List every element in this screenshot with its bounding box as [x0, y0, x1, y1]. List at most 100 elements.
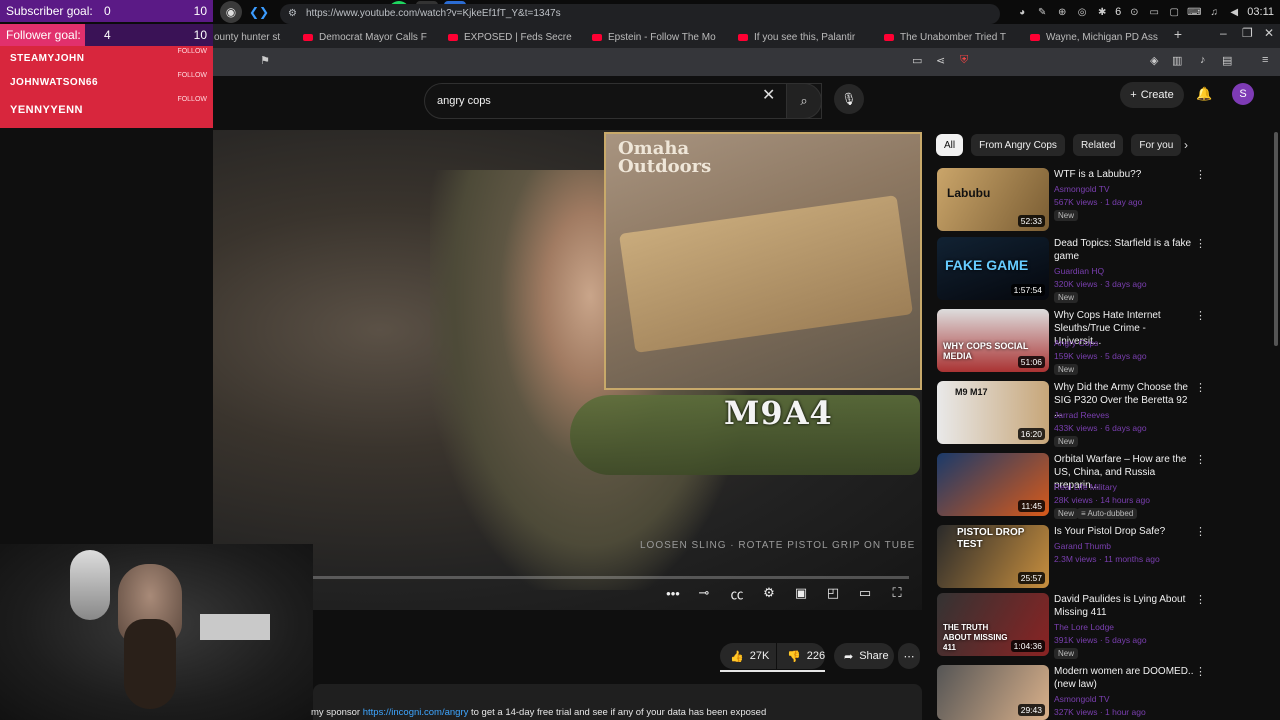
- recommendation-item[interactable]: WHY COPS SOCIAL MEDIA 51:06 Why Cops Hat…: [937, 309, 1267, 375]
- share-button[interactable]: ➦ Share: [834, 643, 894, 669]
- obs-icon[interactable]: ◉: [220, 1, 242, 23]
- cast-icon[interactable]: ▭: [912, 54, 922, 67]
- chip-from-channel[interactable]: From Angry Cops: [971, 134, 1065, 156]
- captions-icon[interactable]: ㏄: [728, 584, 746, 602]
- theater-mode-icon[interactable]: ▭: [856, 584, 874, 602]
- more-vertical-icon[interactable]: ⋮: [1195, 168, 1206, 181]
- sidebar-icon[interactable]: ▥: [1172, 54, 1182, 67]
- channel-name[interactable]: Garand Thumb: [1054, 541, 1111, 551]
- keyboard-icon[interactable]: ⌨: [1187, 5, 1201, 19]
- channel-name[interactable]: Angry Cops: [1054, 338, 1098, 348]
- browser-tab-active[interactable]: Wayne, Michigan PD Ass: [1030, 27, 1158, 47]
- site-info-icon[interactable]: ⚙: [288, 4, 297, 24]
- clear-search-icon[interactable]: ✕: [762, 85, 775, 105]
- microphone-icon[interactable]: 🎙: [834, 84, 864, 114]
- more-vertical-icon[interactable]: ⋮: [1195, 525, 1206, 538]
- more-vertical-icon[interactable]: ⋮: [1195, 309, 1206, 322]
- recommendation-item[interactable]: M9 M17 16:20 Why Did the Army Choose the…: [937, 381, 1267, 447]
- recommendation-item[interactable]: Labubu 52:33 WTF is a Labubu?? Asmongold…: [937, 168, 1267, 234]
- menu-icon[interactable]: ≡: [1262, 54, 1268, 66]
- share-page-icon[interactable]: ⋖: [936, 54, 945, 67]
- account-avatar[interactable]: S: [1232, 83, 1254, 105]
- video-title[interactable]: Is Your Pistol Drop Safe?: [1054, 525, 1194, 538]
- sponsor-link[interactable]: https://incogni.com/angry: [363, 707, 469, 718]
- notifications-bell-icon[interactable]: 🔔: [1196, 86, 1212, 102]
- vscode-icon[interactable]: ❮❯: [248, 1, 270, 23]
- pip-icon[interactable]: ◰: [824, 584, 842, 602]
- chip-related[interactable]: Related: [1072, 134, 1124, 156]
- url-field[interactable]: ⚙ https://www.youtube.com/watch?v=KjkeEf…: [280, 4, 1000, 24]
- tab-label: Democrat Mayor Calls F: [319, 31, 427, 43]
- channel-name[interactable]: Jarrad Reeves: [1054, 410, 1109, 420]
- more-vertical-icon[interactable]: ⋮: [1195, 381, 1206, 394]
- channel-name[interactable]: Guardian HQ: [1054, 266, 1104, 276]
- window-icon[interactable]: ▢: [1167, 5, 1181, 19]
- browser-tab[interactable]: The Unabomber Tried T: [884, 27, 1012, 47]
- maximize-icon[interactable]: ❐: [1242, 26, 1253, 40]
- network-icon[interactable]: ⊙: [1127, 5, 1141, 19]
- monitor-icon[interactable]: ▭: [1147, 5, 1161, 19]
- video-title[interactable]: Modern women are DOOMED.. (new law): [1054, 665, 1194, 691]
- discord-icon[interactable]: ◕: [1015, 5, 1029, 19]
- chip-all[interactable]: All: [936, 134, 964, 156]
- channel-name[interactable]: Asmongold TV: [1054, 184, 1110, 194]
- more-controls-icon[interactable]: •••: [664, 584, 682, 602]
- channel-name[interactable]: The Lore Lodge: [1054, 622, 1114, 632]
- recommendation-item[interactable]: FAKE GAME 1:57:54 Dead Topics: Starfield…: [937, 237, 1267, 303]
- more-vertical-icon[interactable]: ⋮: [1195, 665, 1206, 678]
- recommendation-item[interactable]: THE TRUTH ABOUT MISSING 411 1:04:36 Davi…: [937, 593, 1267, 659]
- bluetooth-icon[interactable]: ✱: [1095, 5, 1109, 19]
- video-thumbnail[interactable]: M9 M17 16:20: [937, 381, 1049, 444]
- shield-icon[interactable]: ⊕: [1055, 5, 1069, 19]
- browser-tab[interactable]: Epstein - Follow The Mo: [592, 27, 724, 47]
- miniplayer-icon[interactable]: ▣: [792, 584, 810, 602]
- create-button[interactable]: + Create: [1120, 82, 1184, 108]
- channel-name[interactable]: Real Life Military: [1054, 482, 1117, 492]
- tray-badge: 6: [1115, 6, 1122, 18]
- recommendation-item[interactable]: PISTOL DROP TEST 25:57 Is Your Pistol Dr…: [937, 525, 1267, 591]
- sidebar-scrollbar[interactable]: [1274, 132, 1278, 346]
- more-vertical-icon[interactable]: ⋮: [1195, 593, 1206, 606]
- channel-name[interactable]: Asmongold TV: [1054, 694, 1110, 704]
- more-vertical-icon[interactable]: ⋮: [1195, 237, 1206, 250]
- video-title[interactable]: David Paulides is Lying About Missing 41…: [1054, 593, 1194, 619]
- video-thumbnail[interactable]: FAKE GAME 1:57:54: [937, 237, 1049, 300]
- bookmark-icon[interactable]: ⚑: [260, 54, 270, 67]
- video-thumbnail[interactable]: THE TRUTH ABOUT MISSING 411 1:04:36: [937, 593, 1049, 656]
- recommendation-item[interactable]: 11:45 Orbital Warfare – How are the US, …: [937, 453, 1267, 519]
- extensions-icon[interactable]: ◈: [1150, 54, 1158, 67]
- video-thumbnail[interactable]: 29:43: [937, 665, 1049, 720]
- volume-icon[interactable]: ◀: [1227, 5, 1241, 19]
- media-control-icon[interactable]: ♪: [1200, 54, 1206, 66]
- video-thumbnail[interactable]: PISTOL DROP TEST 25:57: [937, 525, 1049, 588]
- video-thumbnail[interactable]: 11:45: [937, 453, 1049, 516]
- video-progress-bar[interactable]: [313, 576, 909, 579]
- video-thumbnail[interactable]: WHY COPS SOCIAL MEDIA 51:06: [937, 309, 1049, 372]
- minimize-icon[interactable]: –: [1220, 26, 1227, 40]
- music-icon[interactable]: ♫: [1207, 5, 1221, 19]
- video-title[interactable]: WTF is a Labubu??: [1054, 168, 1194, 181]
- wallet-icon[interactable]: ▤: [1222, 54, 1232, 67]
- dislike-button[interactable]: 👎 226: [777, 643, 825, 669]
- globe-icon[interactable]: ◎: [1075, 5, 1089, 19]
- recommendation-item[interactable]: 29:43 Modern women are DOOMED.. (new law…: [937, 665, 1267, 720]
- browser-tab[interactable]: EXPOSED | Feds Secre: [448, 27, 580, 47]
- pen-icon[interactable]: ✎: [1035, 5, 1049, 19]
- browser-tab[interactable]: Democrat Mayor Calls F: [303, 27, 435, 47]
- more-actions-button[interactable]: ⋯: [898, 643, 920, 669]
- like-button[interactable]: 👍 27K: [720, 643, 776, 669]
- new-tab-icon[interactable]: +: [1170, 26, 1186, 42]
- autoplay-toggle-icon[interactable]: ⊸: [694, 584, 714, 602]
- browser-tab[interactable]: ounty hunter st: [214, 27, 290, 47]
- fullscreen-icon[interactable]: ⛶: [888, 584, 906, 602]
- settings-gear-icon[interactable]: ⚙: [760, 584, 778, 602]
- video-thumbnail[interactable]: Labubu 52:33: [937, 168, 1049, 231]
- chevron-right-icon[interactable]: ›: [1184, 138, 1188, 152]
- chip-for-you[interactable]: For you: [1131, 134, 1182, 156]
- browser-tab[interactable]: If you see this, Palantir: [738, 27, 866, 47]
- video-title[interactable]: Dead Topics: Starfield is a fake game: [1054, 237, 1194, 263]
- search-icon[interactable]: ⌕: [786, 83, 822, 119]
- more-vertical-icon[interactable]: ⋮: [1195, 453, 1206, 466]
- brave-shield-icon[interactable]: ⛨: [960, 54, 968, 67]
- close-window-icon[interactable]: ✕: [1264, 26, 1274, 40]
